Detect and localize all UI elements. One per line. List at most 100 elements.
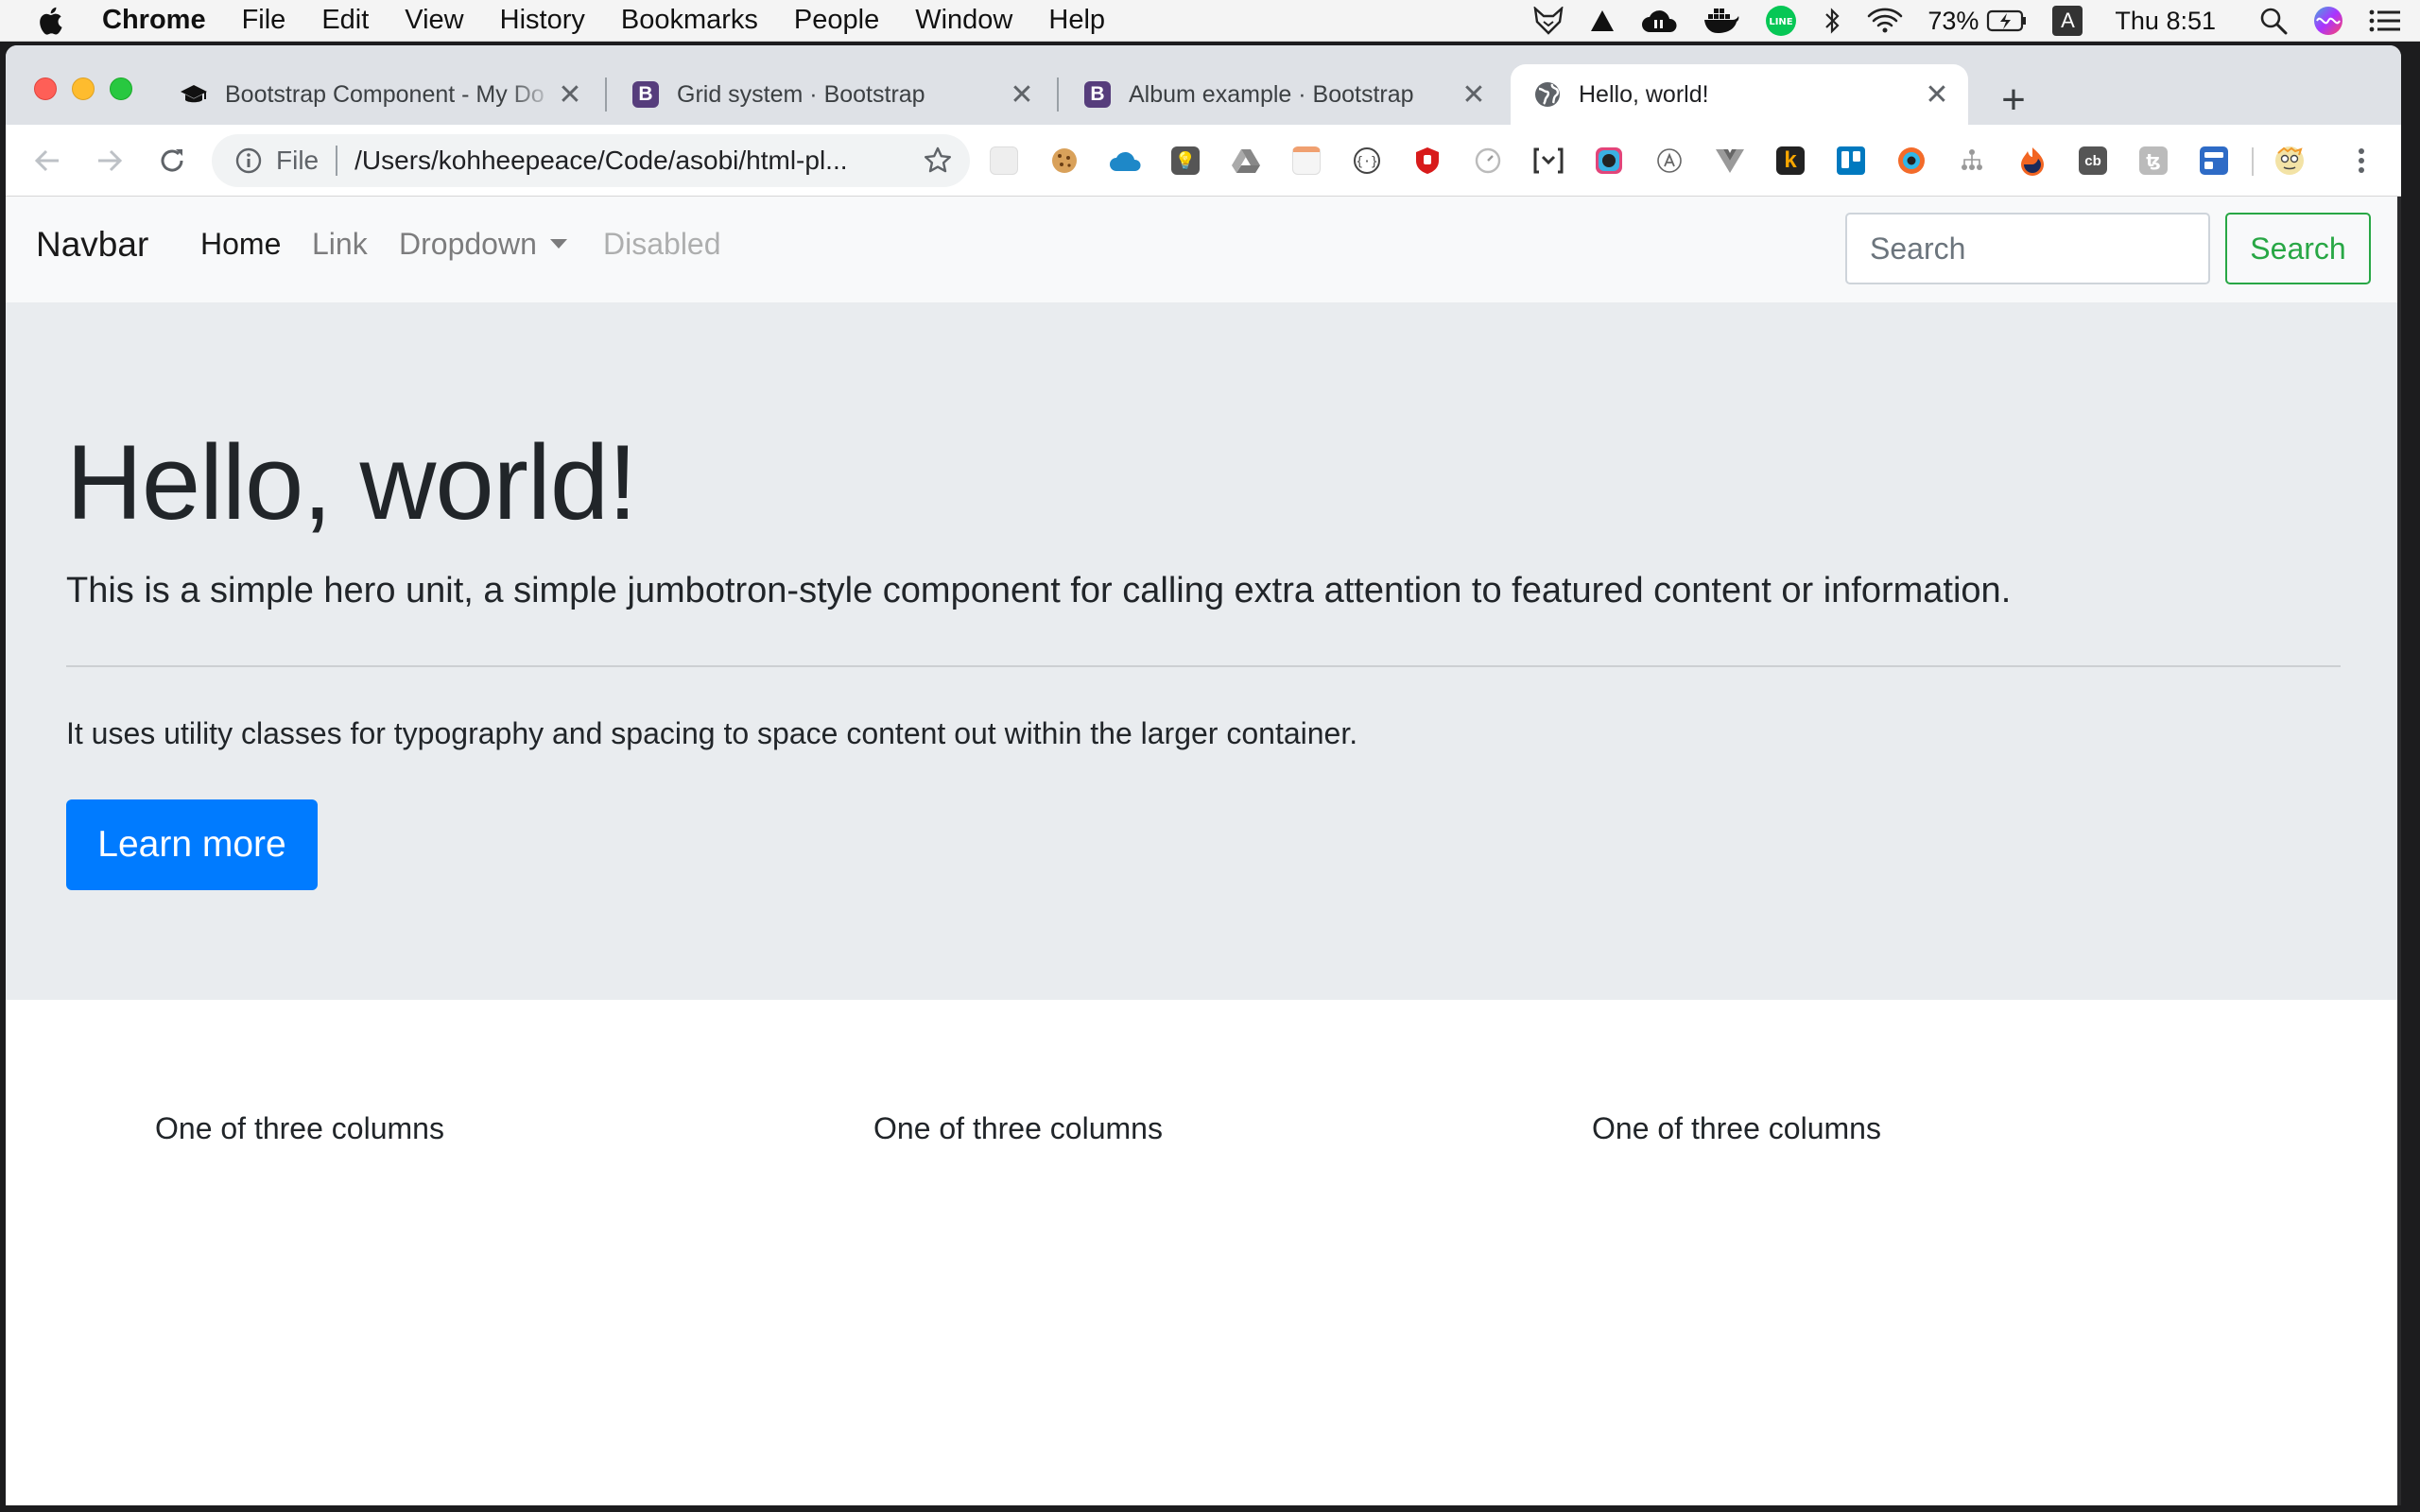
bookmark-star-icon[interactable] xyxy=(923,146,953,182)
translate-extension-icon[interactable]: ꜩ xyxy=(2136,144,2170,178)
input-source-label: A xyxy=(2052,6,2083,36)
url-scheme-label: File xyxy=(276,146,338,176)
grid-column-2: One of three columns xyxy=(873,1111,1163,1145)
profile-avatar-icon[interactable] xyxy=(2273,144,2307,178)
navbar-brand[interactable]: Navbar xyxy=(36,225,148,265)
nav-dropdown-label: Dropdown xyxy=(399,227,537,261)
site-info-icon[interactable] xyxy=(234,146,263,175)
menu-people[interactable]: People xyxy=(794,5,879,36)
tab-close-icon[interactable]: ✕ xyxy=(556,79,584,111)
eye-dropper-icon[interactable] xyxy=(1894,144,1928,178)
siri-icon[interactable] xyxy=(2312,5,2344,37)
tab-grid-system[interactable]: B Grid system · Bootstrap ✕ xyxy=(609,64,1053,125)
a-circle-icon[interactable] xyxy=(1652,144,1686,178)
chrome-menu-kebab-icon[interactable] xyxy=(2344,144,2378,178)
forward-button[interactable] xyxy=(91,142,129,180)
menu-file[interactable]: File xyxy=(242,5,286,36)
window-right-edge xyxy=(2397,197,2401,1505)
menu-window[interactable]: Window xyxy=(915,5,1012,36)
tree-structure-icon[interactable] xyxy=(1955,144,1989,178)
address-bar[interactable]: File /Users/kohheepeace/Code/asobi/html-… xyxy=(212,134,970,187)
ublock-hand-icon[interactable] xyxy=(1410,144,1444,178)
learn-more-button[interactable]: Learn more xyxy=(66,799,318,890)
menubar-clock[interactable]: Thu 8:51 xyxy=(2115,7,2216,36)
calendar-icon[interactable] xyxy=(1289,144,1323,178)
menu-help[interactable]: Help xyxy=(1048,5,1105,36)
svg-text:{·}: {·} xyxy=(1356,155,1377,169)
menu-edit[interactable]: Edit xyxy=(321,5,369,36)
caret-down-icon xyxy=(549,239,567,249)
onedrive-cloud-icon[interactable] xyxy=(1108,144,1142,178)
hero-heading: Hello, world! xyxy=(66,423,637,541)
tab-close-icon[interactable]: ✕ xyxy=(1923,79,1951,111)
cb-extension-icon[interactable]: cb xyxy=(2076,144,2110,178)
cookie-icon[interactable] xyxy=(1047,144,1081,178)
tab-album-example[interactable]: B Album example · Bootstrap ✕ xyxy=(1061,64,1505,125)
browser-toolbar: File /Users/kohheepeace/Code/asobi/html-… xyxy=(6,125,2401,197)
navbar-search-input[interactable] xyxy=(1845,213,2210,284)
spotlight-search-icon[interactable] xyxy=(2259,7,2288,35)
bootstrap-navbar: Navbar Home Link Dropdown Disabled Searc… xyxy=(6,197,2401,302)
vue-devtools-icon[interactable] xyxy=(1713,144,1747,178)
trello-icon[interactable] xyxy=(1834,144,1868,178)
bracket-code-icon[interactable] xyxy=(1531,144,1565,178)
navbar-search-button[interactable]: Search xyxy=(2225,213,2371,284)
tab-strip: Bootstrap Component - My Do ✕ B Grid sys… xyxy=(6,45,2401,125)
color-picker-icon[interactable] xyxy=(1592,144,1626,178)
window-close-button[interactable] xyxy=(34,77,57,100)
grid-column-1: One of three columns xyxy=(155,1111,444,1145)
lightbulb-icon[interactable]: 💡 xyxy=(1168,144,1202,178)
bootstrap-logo-letter: B xyxy=(632,81,659,108)
apple-icon[interactable] xyxy=(38,7,76,35)
grid-column-3: One of three columns xyxy=(1592,1111,1881,1145)
tab-separator xyxy=(605,77,607,112)
jumbotron-hero: Hello, world! This is a simple hero unit… xyxy=(6,302,2401,1000)
timer-icon[interactable] xyxy=(1471,144,1505,178)
tab-hello-world[interactable]: Hello, world! ✕ xyxy=(1511,64,1968,125)
menubar-status-area: LINE 73% A Thu 8:51 xyxy=(1508,0,2401,42)
json-braces-icon[interactable]: {·} xyxy=(1350,144,1384,178)
nav-link-link[interactable]: Link xyxy=(312,227,368,262)
menu-view[interactable]: View xyxy=(405,5,463,36)
tab-close-icon[interactable]: ✕ xyxy=(1008,79,1036,111)
window-controls xyxy=(34,77,147,100)
bootstrap-icon: B xyxy=(1083,80,1112,109)
nav-link-disabled: Disabled xyxy=(603,227,721,261)
k-extension-icon[interactable]: k xyxy=(1773,144,1807,178)
wifi-icon[interactable] xyxy=(1867,8,1903,34)
docker-icon[interactable] xyxy=(1703,7,1740,35)
nav-dropdown-toggle[interactable]: Dropdown xyxy=(399,227,567,262)
notification-center-icon[interactable] xyxy=(2369,9,2401,33)
fox-icon[interactable] xyxy=(1532,7,1564,35)
url-text[interactable]: /Users/kohheepeace/Code/asobi/html-pl... xyxy=(354,146,884,176)
bootstrap-logo-letter: B xyxy=(1084,81,1111,108)
window-layout-icon[interactable] xyxy=(2197,144,2231,178)
new-tab-button[interactable]: + xyxy=(1995,77,2032,123)
extension-grid-icon[interactable] xyxy=(987,144,1021,178)
battery-charging-icon[interactable] xyxy=(1986,9,2028,33)
line-app-icon[interactable]: LINE xyxy=(1765,5,1797,37)
cloud-icon[interactable] xyxy=(1640,8,1678,34)
menu-app-chrome[interactable]: Chrome xyxy=(102,5,206,36)
hero-lead-text: This is a simple hero unit, a simple jum… xyxy=(66,571,2012,610)
nav-link-home[interactable]: Home xyxy=(200,227,281,262)
window-zoom-button[interactable] xyxy=(110,77,132,100)
reload-button[interactable] xyxy=(153,142,191,180)
input-source-icon[interactable]: A xyxy=(2052,6,2083,36)
bluetooth-icon[interactable] xyxy=(1822,7,1842,35)
tab-bootstrap-component[interactable]: Bootstrap Component - My Do ✕ xyxy=(157,64,601,125)
tab-close-icon[interactable]: ✕ xyxy=(1460,79,1488,111)
menu-bookmarks[interactable]: Bookmarks xyxy=(621,5,758,36)
graduation-cap-icon xyxy=(180,80,208,109)
google-drive-icon[interactable] xyxy=(1229,144,1263,178)
window-minimize-button[interactable] xyxy=(72,77,95,100)
bootstrap-icon: B xyxy=(631,80,660,109)
drive-triangle-icon[interactable] xyxy=(1589,9,1616,33)
tab-title: Album example · Bootstrap xyxy=(1129,80,1414,108)
back-button[interactable] xyxy=(28,142,66,180)
k-extension-letter: k xyxy=(1776,146,1805,175)
tab-title: Bootstrap Component - My Do xyxy=(225,80,544,108)
battery-percent: 73% xyxy=(1927,6,1979,35)
flame-extension-icon[interactable] xyxy=(2015,144,2049,178)
menu-history[interactable]: History xyxy=(500,5,585,36)
